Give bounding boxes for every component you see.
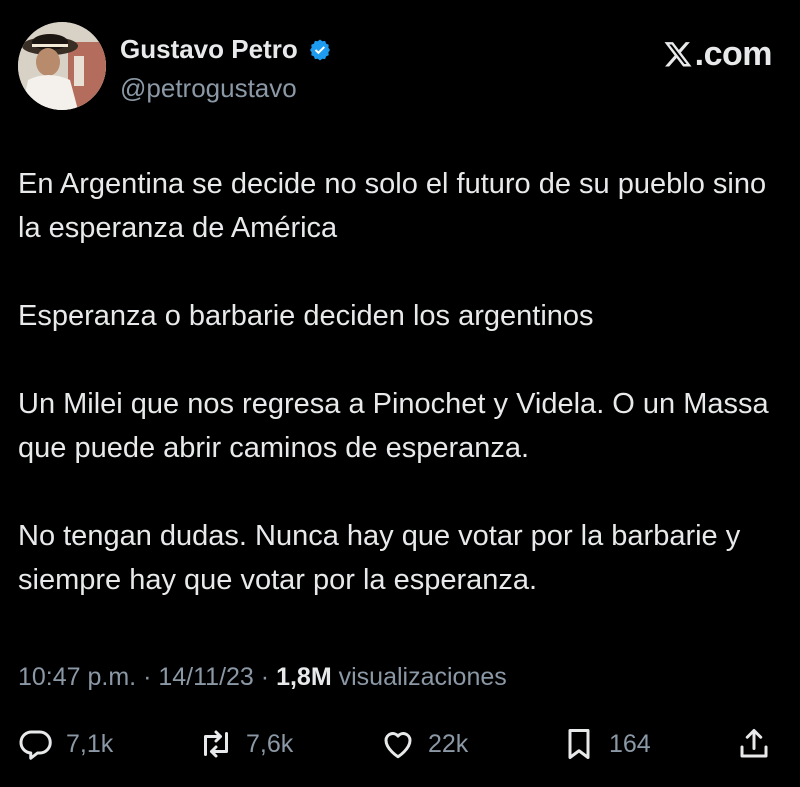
tweet-paragraph: En Argentina se decide no solo el futuro… xyxy=(18,168,767,244)
views-count: 1,8M xyxy=(276,663,332,691)
share-button[interactable] xyxy=(736,722,772,766)
tweet-header: Gustavo Petro @petrogustavo .com xyxy=(18,22,773,114)
meta-separator: · xyxy=(260,663,270,691)
tweet-text: En Argentina se decide no solo el futuro… xyxy=(18,162,788,602)
bookmark-button[interactable]: 164 xyxy=(561,722,651,766)
verified-badge-icon xyxy=(310,39,331,60)
share-icon xyxy=(740,729,768,758)
bookmark-icon xyxy=(568,729,590,759)
reply-button[interactable]: 7,1k xyxy=(18,722,113,766)
repost-button[interactable]: 7,6k xyxy=(198,722,293,766)
author-block: Gustavo Petro @petrogustavo xyxy=(120,34,332,104)
display-name[interactable]: Gustavo Petro xyxy=(120,34,298,65)
tweet-paragraph: No tengan dudas. Nunca hay que votar por… xyxy=(18,520,741,596)
site-domain: .com xyxy=(694,34,773,73)
tweet-paragraph: Un Milei que nos regresa a Pinochet y Vi… xyxy=(18,388,769,464)
avatar-image xyxy=(18,22,106,110)
tweet-date[interactable]: 14/11/23 xyxy=(158,663,253,691)
repost-icon xyxy=(204,730,228,758)
reply-icon xyxy=(19,730,52,760)
like-button[interactable]: 22k xyxy=(380,722,468,766)
x-logo[interactable]: .com xyxy=(663,34,773,74)
x-icon xyxy=(664,42,692,67)
reply-count: 7,1k xyxy=(66,729,114,758)
views-label: visualizaciones xyxy=(338,663,507,691)
meta-separator: · xyxy=(143,663,152,691)
tweet-paragraph: Esperanza o barbarie deciden los argenti… xyxy=(18,300,594,332)
action-bar: 7,1k 7,6k 22k 164 xyxy=(18,722,772,766)
repost-count: 7,6k xyxy=(246,729,294,758)
heart-icon xyxy=(384,732,412,759)
like-count: 22k xyxy=(428,729,469,758)
handle[interactable]: @petrogustavo xyxy=(120,73,332,104)
bookmark-count: 164 xyxy=(609,729,651,758)
avatar[interactable] xyxy=(18,22,106,110)
tweet-time[interactable]: 10:47 p.m. xyxy=(18,663,136,691)
tweet-meta: 10:47 p.m. · 14/11/23 · 1,8M visualizaci… xyxy=(18,663,507,692)
